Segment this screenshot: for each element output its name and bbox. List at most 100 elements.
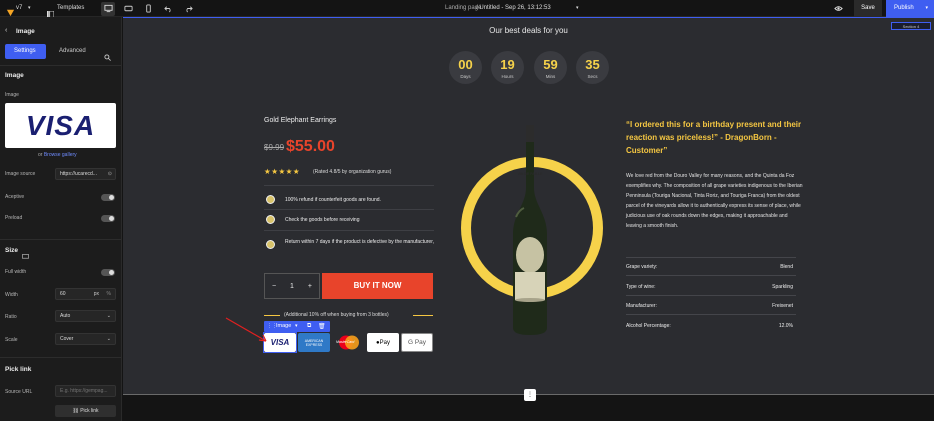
image-preview[interactable]: VISA	[5, 103, 116, 148]
payment-amex[interactable]: AMERICAN EXPRESS	[298, 333, 330, 352]
preview-eye-icon[interactable]	[831, 2, 845, 16]
divider	[264, 185, 434, 186]
divider	[0, 65, 121, 66]
browse-prefix: or	[38, 152, 43, 158]
old-price: $9.99	[264, 143, 285, 152]
preload-toggle[interactable]	[101, 215, 115, 222]
image-label: Image	[5, 92, 19, 98]
ratio-label: Ratio	[5, 314, 17, 320]
divider	[264, 230, 434, 231]
rating-stars: ★★★★★	[264, 167, 301, 176]
browse-gallery-link[interactable]: Browse gallery	[44, 152, 77, 158]
toolbar-chevron-down-icon[interactable]: ▾	[295, 323, 298, 329]
width-value: 60	[60, 291, 66, 297]
divider	[264, 209, 434, 210]
width-label: Width	[5, 292, 18, 298]
editor-canvas[interactable]: Our best deals for you 00 Days 19 Hours …	[123, 17, 934, 421]
mobile-view-icon[interactable]	[141, 2, 155, 16]
countdown-days-unit: Days	[460, 74, 471, 79]
aceptive-label: Aceptive	[5, 194, 25, 200]
source-url-label: Source URL	[5, 389, 33, 395]
settings-panel: ‹ Image Settings Advanced Image Image VI…	[0, 17, 122, 421]
countdown-secs-unit: Secs	[587, 74, 598, 79]
save-button[interactable]: Save	[854, 0, 882, 17]
countdown-days: 00 Days	[449, 51, 482, 84]
image-element-toolbar[interactable]: ⋮⋮ Image ▾ ⧉ 🗑	[264, 321, 330, 332]
return-icon	[266, 240, 275, 249]
feature-item: Check the goods before receiving	[285, 217, 360, 223]
tab-advanced[interactable]: Advanced	[59, 48, 86, 54]
pick-link-button[interactable]: ⛓ Pick link	[55, 405, 116, 417]
add-section-button[interactable]: ⋮	[524, 389, 536, 401]
qty-value[interactable]: 1	[290, 283, 294, 290]
feature-item: 100% refund if counterfeit goods are fou…	[285, 197, 381, 203]
wine-bottle-image[interactable]	[504, 122, 556, 338]
source-url-input[interactable]	[55, 385, 116, 397]
back-arrow-icon[interactable]: ‹	[5, 27, 7, 34]
section-badge[interactable]: Section 4	[891, 22, 931, 30]
chevron-down-icon: ▾	[28, 5, 31, 11]
annotation-arrow-icon	[225, 317, 267, 342]
version-selector[interactable]: v7	[16, 0, 22, 17]
divider	[0, 239, 121, 240]
visa-text: VISA	[270, 338, 290, 347]
logo-icon	[6, 4, 15, 17]
divider	[626, 295, 796, 296]
unit-px[interactable]: px	[94, 289, 99, 300]
countdown-hours-value: 19	[500, 57, 515, 72]
page-title[interactable]: / Untitled - Sep 26, 13:12:53	[476, 0, 551, 17]
buy-now-button[interactable]: BUY IT NOW	[322, 273, 433, 299]
panel-title: Image	[16, 28, 35, 35]
desktop-view-icon[interactable]	[101, 1, 115, 16]
selection-outline	[123, 17, 934, 18]
templates-icon	[47, 5, 55, 19]
payment-mastercard[interactable]: MasterCard	[333, 333, 365, 352]
payment-google-pay[interactable]: G Pay	[401, 333, 433, 352]
unit-percent[interactable]: %	[107, 289, 111, 300]
undo-icon[interactable]	[161, 2, 175, 16]
apple-pay-text: Pay	[379, 339, 390, 346]
full-width-toggle[interactable]	[101, 269, 115, 276]
scale-value: Cover	[60, 336, 74, 342]
tab-settings[interactable]: Settings	[5, 44, 46, 59]
quantity-stepper[interactable]: − 1 +	[264, 273, 320, 299]
countdown-secs: 35 Secs	[576, 51, 609, 84]
countdown-secs-value: 35	[585, 57, 600, 72]
pick-link-button-label: Pick link	[80, 408, 99, 414]
image-source-label: Image source	[5, 171, 36, 177]
search-icon[interactable]	[104, 48, 111, 61]
publish-chevron-down-icon[interactable]: ▾	[925, 0, 928, 17]
spec-value: Blend	[780, 264, 793, 270]
full-width-label: Full width	[5, 269, 27, 275]
top-bar: v7 ▾ Templates Landing page / Untitled -…	[0, 0, 934, 19]
chevron-down-icon: ⌄	[106, 336, 111, 342]
product-name: Gold Elephant Earrings	[264, 117, 337, 124]
image-source-input[interactable]: https://ucarecd... ⊙	[55, 168, 116, 180]
image-source-value: https://ucarecd...	[60, 171, 97, 177]
templates-button[interactable]: Templates	[57, 0, 84, 17]
countdown-hours: 19 Hours	[491, 51, 524, 84]
scale-select[interactable]: Cover ⌄	[55, 333, 116, 345]
qty-minus-button[interactable]: −	[272, 283, 276, 290]
image-source-icon[interactable]: ⊙	[108, 169, 112, 180]
countdown-mins: 59 Mins	[534, 51, 567, 84]
publish-button[interactable]: Publish ▾	[886, 0, 934, 17]
ratio-select[interactable]: Auto ⌄	[55, 310, 116, 322]
section-heading: Our best deals for you	[489, 26, 568, 35]
tablet-view-icon[interactable]	[121, 2, 135, 16]
redo-icon[interactable]	[181, 2, 195, 16]
rating-text: (Rated 4.8/5 by organization gurus)	[313, 169, 392, 175]
delete-icon[interactable]: 🗑	[318, 323, 326, 330]
duplicate-icon[interactable]: ⧉	[307, 323, 311, 330]
countdown-mins-value: 59	[543, 57, 558, 72]
discount-note: (Additional 10% off when buying from 3 b…	[284, 312, 389, 318]
aceptive-toggle[interactable]	[101, 194, 115, 201]
title-chevron-down-icon[interactable]: ▾	[576, 0, 579, 17]
width-input[interactable]: 60 px %	[55, 288, 116, 300]
browse-gallery-row: or Browse gallery	[38, 152, 77, 158]
divider	[626, 314, 796, 315]
countdown-mins-unit: Mins	[545, 74, 556, 79]
qty-plus-button[interactable]: +	[308, 283, 312, 290]
spec-value: Freixenet	[772, 303, 793, 309]
payment-apple-pay[interactable]: ● Pay	[367, 333, 399, 352]
